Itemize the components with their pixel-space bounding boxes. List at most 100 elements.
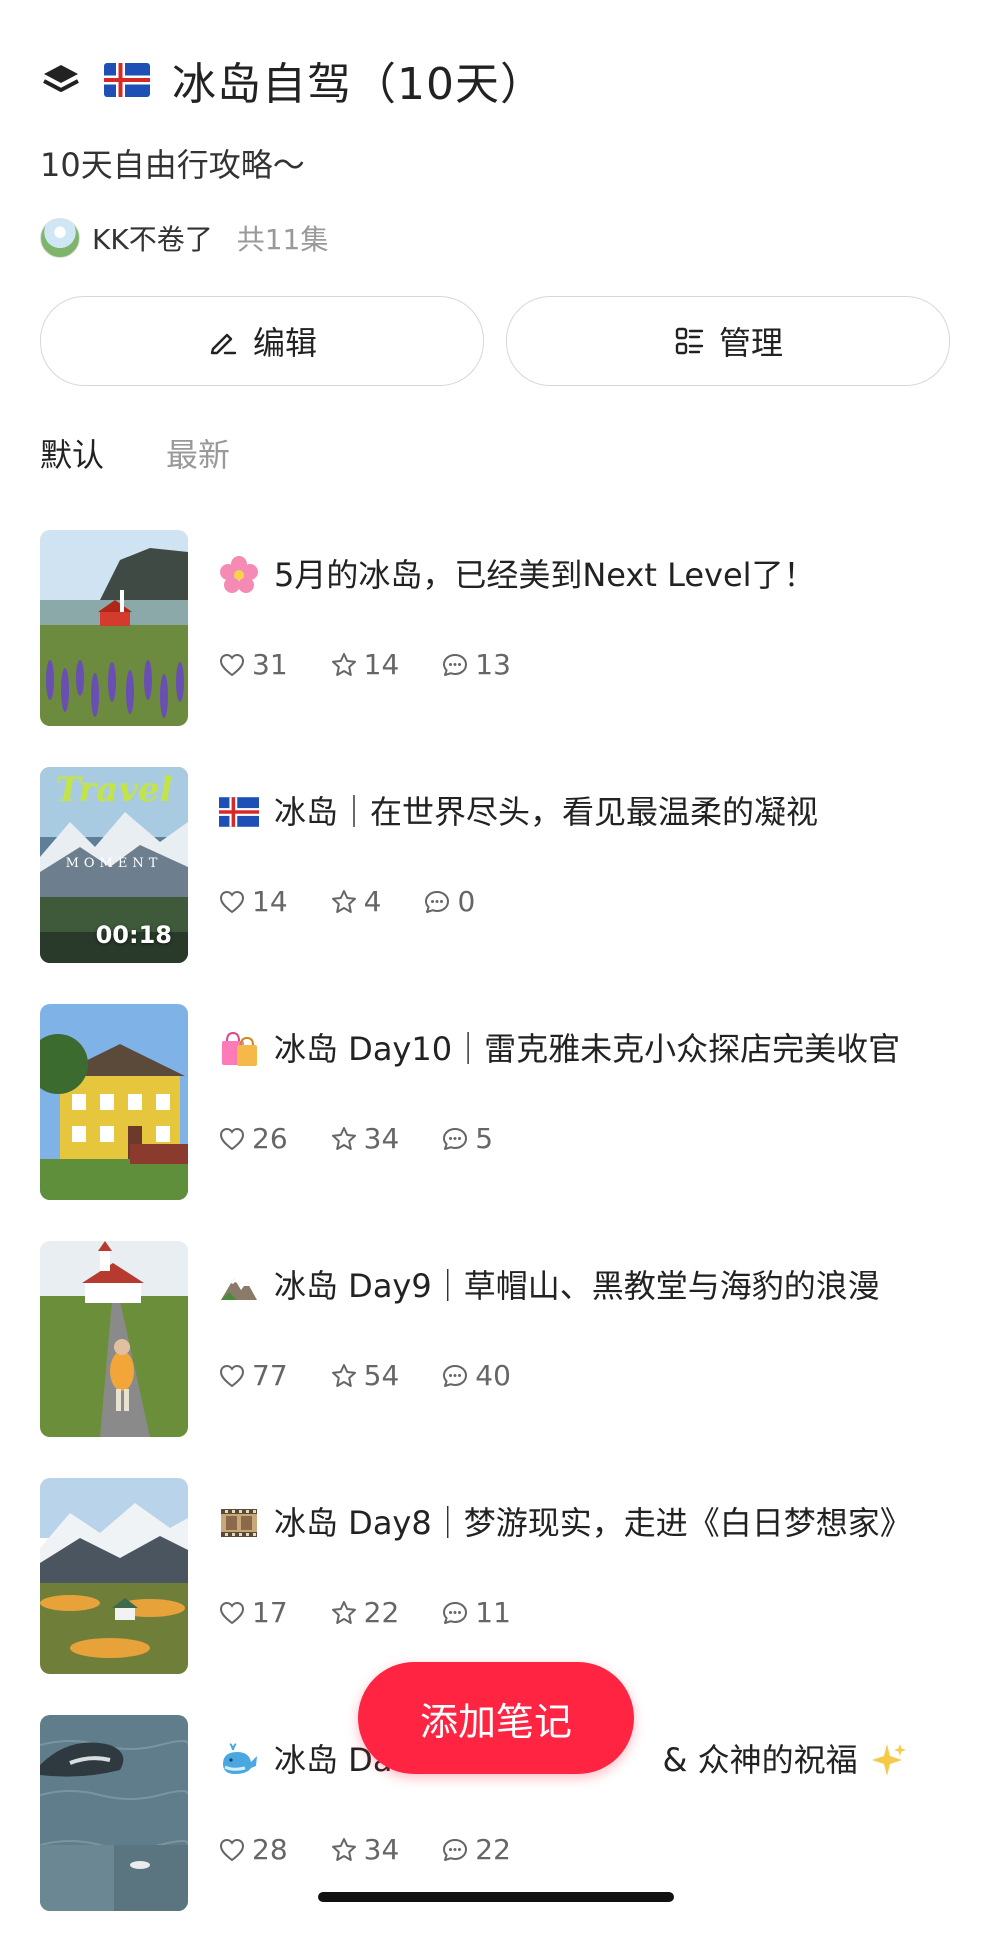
mountain-icon: [218, 1265, 260, 1307]
collection-title: 冰岛自驾（10天）: [172, 59, 545, 110]
comment-stat[interactable]: 11: [441, 1596, 511, 1629]
layers-icon: [43, 65, 79, 92]
thumb-travel-text: Travel: [55, 770, 172, 810]
note-title: 冰岛 Day10｜雷克雅未克小众探店完美收官: [274, 1030, 901, 1068]
star-icon: [331, 652, 356, 676]
list-item[interactable]: 冰岛 Day10｜雷克雅未克小众探店完美收官 26 34 5: [40, 1004, 960, 1200]
home-indicator[interactable]: [318, 1892, 674, 1902]
star-icon: [331, 1837, 356, 1861]
comment-stat[interactable]: 22: [441, 1833, 511, 1866]
list-item[interactable]: 冰岛 Day8｜梦游现实，走进《白日梦想家》 17 22 11: [40, 1478, 960, 1674]
heart-icon: [219, 1127, 245, 1150]
like-stat[interactable]: 31: [218, 648, 288, 681]
heart-icon: [219, 653, 245, 676]
note-stats: 28 34 22: [218, 1833, 960, 1866]
collect-stat[interactable]: 14: [330, 648, 399, 681]
like-count: 28: [252, 1833, 288, 1866]
comment-stat[interactable]: 0: [423, 885, 475, 918]
tab-latest[interactable]: 最新: [166, 430, 230, 476]
tab-default[interactable]: 默认: [40, 430, 104, 476]
note-thumbnail[interactable]: [40, 530, 188, 726]
note-thumbnail[interactable]: [40, 1478, 188, 1674]
title-row: 冰岛自驾（10天）: [40, 40, 950, 120]
comment-icon: [443, 1838, 468, 1861]
like-count: 17: [252, 1596, 288, 1629]
shopping-bags-icon: [218, 1028, 260, 1070]
comment-count: 22: [475, 1833, 511, 1866]
like-count: 26: [252, 1122, 288, 1155]
star-icon: [331, 1363, 356, 1387]
like-stat[interactable]: 77: [218, 1359, 288, 1392]
iceland-flag-icon: [104, 63, 150, 97]
note-title-row: 冰岛｜在世界尽头，看见最温柔的凝视: [218, 789, 960, 835]
note-thumbnail[interactable]: [40, 1241, 188, 1437]
comment-count: 0: [457, 885, 476, 918]
video-duration: 00:18: [95, 921, 172, 949]
note-stats: 17 22 11: [218, 1596, 960, 1629]
film-frames-icon: [218, 1502, 260, 1544]
note-content: 冰岛 Day8｜梦游现实，走进《白日梦想家》 17 22 11: [218, 1478, 960, 1674]
comment-stat[interactable]: 13: [441, 648, 511, 681]
like-stat[interactable]: 14: [218, 885, 288, 918]
avatar[interactable]: [40, 218, 80, 258]
list-item[interactable]: Travel MOMENT 00:18 冰岛｜在世界尽头，看见最温柔的凝视 14…: [40, 767, 960, 963]
author-name[interactable]: KK不卷了: [92, 218, 213, 258]
collection-subtitle: 10天自由行攻略～: [40, 146, 305, 184]
collect-stat[interactable]: 22: [330, 1596, 399, 1629]
note-title: 5月的冰岛，已经美到Next Level了！: [274, 556, 816, 594]
add-note-button[interactable]: 添加笔记: [358, 1662, 634, 1774]
collect-stat[interactable]: 54: [330, 1359, 400, 1392]
whale-icon: [218, 1739, 260, 1781]
note-title-row: 冰岛 Day9｜草帽山、黑教堂与海豹的浪漫: [218, 1263, 960, 1309]
note-title-row: 冰岛 Day10｜雷克雅未克小众探店完美收官: [218, 1026, 960, 1072]
note-stats: 14 4 0: [218, 885, 960, 918]
note-thumbnail[interactable]: [40, 1715, 188, 1911]
note-title: 冰岛｜在世界尽头，看见最温柔的凝视: [274, 793, 819, 831]
comment-icon: [443, 1364, 468, 1387]
list-manage-icon: [675, 327, 704, 355]
note-thumbnail[interactable]: Travel MOMENT 00:18: [40, 767, 188, 963]
note-thumbnail[interactable]: [40, 1004, 188, 1200]
iceland-flag-icon: [218, 791, 260, 833]
comment-count: 11: [475, 1596, 511, 1629]
comment-stat[interactable]: 5: [441, 1122, 493, 1155]
collect-count: 54: [363, 1359, 400, 1392]
collect-stat[interactable]: 34: [330, 1833, 400, 1866]
like-stat[interactable]: 26: [218, 1122, 288, 1155]
star-icon: [331, 1600, 356, 1624]
collect-count: 34: [363, 1122, 400, 1155]
comment-icon: [443, 1601, 468, 1624]
comment-stat[interactable]: 40: [441, 1359, 511, 1392]
comment-icon: [443, 1127, 468, 1150]
note-stats: 77 54 40: [218, 1359, 960, 1392]
edit-button[interactable]: 编辑: [40, 296, 484, 386]
collect-count: 34: [363, 1833, 400, 1866]
star-icon: [331, 1126, 356, 1150]
collect-stat[interactable]: 4: [330, 885, 381, 918]
star-icon: [331, 889, 356, 913]
manage-label: 管理: [718, 324, 783, 362]
note-title-row: 冰岛 Day8｜梦游现实，走进《白日梦想家》: [218, 1500, 960, 1546]
cherry-blossom-icon: [218, 554, 260, 596]
note-content: 冰岛｜在世界尽头，看见最温柔的凝视 14 4 0: [218, 767, 960, 963]
like-stat[interactable]: 17: [218, 1596, 288, 1629]
episode-count: 共11集: [236, 223, 329, 256]
note-content: 5月的冰岛，已经美到Next Level了！ 31 14 13: [218, 530, 960, 726]
heart-icon: [219, 1364, 245, 1387]
heart-icon: [219, 1601, 245, 1624]
sort-tabs: 默认 最新: [40, 430, 230, 476]
collect-stat[interactable]: 34: [330, 1122, 400, 1155]
svg-text:MOMENT: MOMENT: [66, 856, 163, 871]
like-count: 77: [252, 1359, 288, 1392]
note-title-tail: & 众神的祝福: [662, 1741, 858, 1779]
author-row[interactable]: KK不卷了 共11集: [40, 216, 950, 260]
note-content: 冰岛 Day9｜草帽山、黑教堂与海豹的浪漫 77 54 40: [218, 1241, 960, 1437]
heart-icon: [219, 890, 245, 913]
manage-button[interactable]: 管理: [506, 296, 950, 386]
list-item[interactable]: 5月的冰岛，已经美到Next Level了！ 31 14 13: [40, 530, 960, 726]
like-count: 31: [252, 648, 288, 681]
note-title: 冰岛 Day8｜梦游现实，走进《白日梦想家》: [274, 1504, 912, 1542]
like-stat[interactable]: 28: [218, 1833, 288, 1866]
note-title: 冰岛 Day9｜草帽山、黑教堂与海豹的浪漫: [274, 1267, 880, 1305]
list-item[interactable]: 冰岛 Day9｜草帽山、黑教堂与海豹的浪漫 77 54 40: [40, 1241, 960, 1437]
